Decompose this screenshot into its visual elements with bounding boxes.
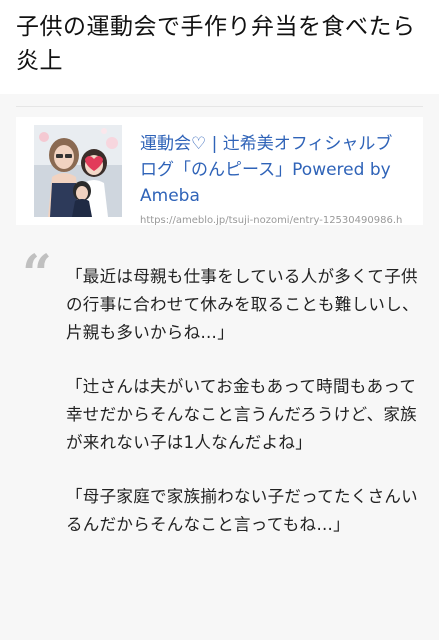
link-card-text: 運動会♡ | 辻希美オフィシャルブログ「のんピース」Powered by Ame… xyxy=(140,131,402,226)
article-title: 子供の運動会で手作り弁当を食べたら炎上 xyxy=(16,14,416,74)
link-card-title[interactable]: 運動会♡ | 辻希美オフィシャルブログ「のんピース」Powered by Ame… xyxy=(140,131,402,209)
quote-paragraph-1: 「最近は母親も仕事をしている人が多くて子供の行事に合わせて休みを取ることも難しい… xyxy=(66,267,419,342)
link-card[interactable]: 運動会♡ | 辻希美オフィシャルブログ「のんピース」Powered by Ame… xyxy=(16,117,423,226)
article-header: 子供の運動会で手作り弁当を食べたら炎上 xyxy=(0,0,439,94)
page: 子供の運動会で手作り弁当を食べたら炎上 運動会♡ | 辻希美オフィシャルブログ「… xyxy=(0,0,439,640)
thumbnail-photo-illustration xyxy=(34,125,122,217)
quote-mark-icon: “ xyxy=(22,244,52,305)
link-card-url[interactable]: https://ameblo.jp/tsuji-nozomi/entry-125… xyxy=(140,215,402,226)
link-thumbnail-image[interactable] xyxy=(34,125,122,217)
divider xyxy=(16,106,423,107)
quote-paragraph-2: 「辻さんは夫がいてお金もあって時間もあって幸せだからそんなこと言うんだろうけど、… xyxy=(66,377,417,452)
quote-paragraph-3: 「母子家庭で家族揃わない子だってたくさんいるんだからそんなこと言ってもね…」 xyxy=(66,487,418,534)
blockquote: “ 「最近は母親も仕事をしている人が多くて子供の行事に合わせて休みを取ることも難… xyxy=(0,249,439,539)
